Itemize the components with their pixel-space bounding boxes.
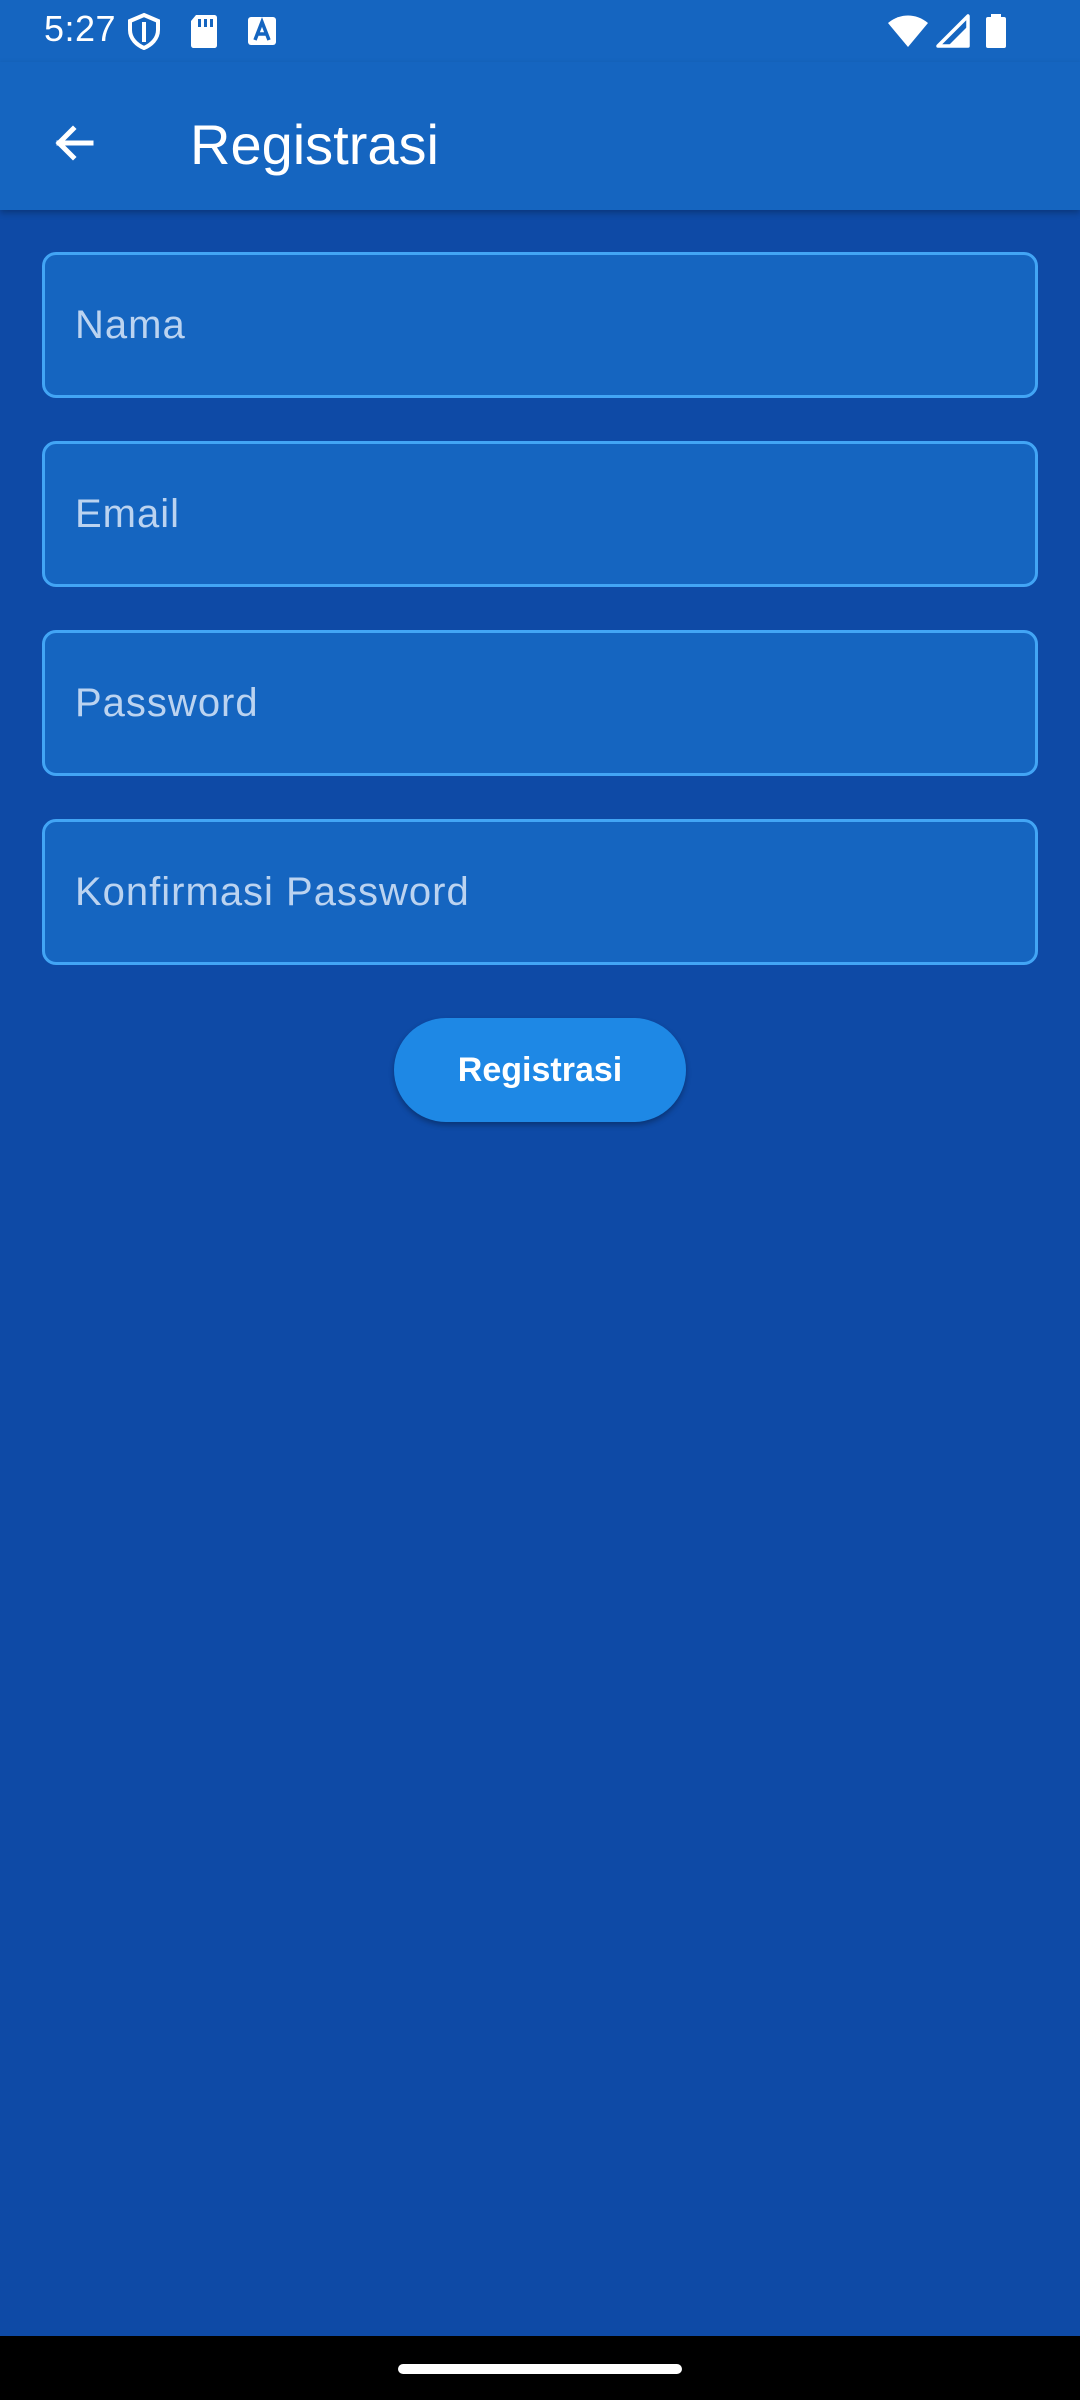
confirm-password-input[interactable] <box>45 822 1035 962</box>
email-field-container <box>42 441 1038 587</box>
email-input[interactable] <box>45 444 1035 584</box>
nama-field-container <box>42 252 1038 398</box>
page-title: Registrasi <box>190 113 439 176</box>
register-button-label: Registrasi <box>457 1050 623 1089</box>
confirm-password-field-container <box>42 819 1038 965</box>
wifi-icon <box>886 12 930 50</box>
signal-icon <box>934 12 972 50</box>
app-bar: Registrasi <box>0 62 1080 210</box>
navigation-bar <box>0 2336 1080 2400</box>
shield-icon <box>126 12 162 51</box>
sd-card-icon <box>186 12 222 50</box>
registration-screen: 5:27 Registrasi Nama Email Registrasi <box>0 0 1080 2400</box>
back-button[interactable] <box>30 102 116 188</box>
status-bar: 5:27 <box>0 0 1080 62</box>
status-time: 5:27 <box>44 8 117 49</box>
battery-icon <box>982 12 1010 50</box>
keyboard-a-icon <box>244 12 280 50</box>
gesture-handle[interactable] <box>398 2364 682 2374</box>
password-input[interactable] <box>45 633 1035 773</box>
nama-input[interactable] <box>45 255 1035 395</box>
password-field-container <box>42 630 1038 776</box>
register-button[interactable]: Registrasi <box>394 1018 686 1122</box>
arrow-back-icon <box>49 119 97 172</box>
